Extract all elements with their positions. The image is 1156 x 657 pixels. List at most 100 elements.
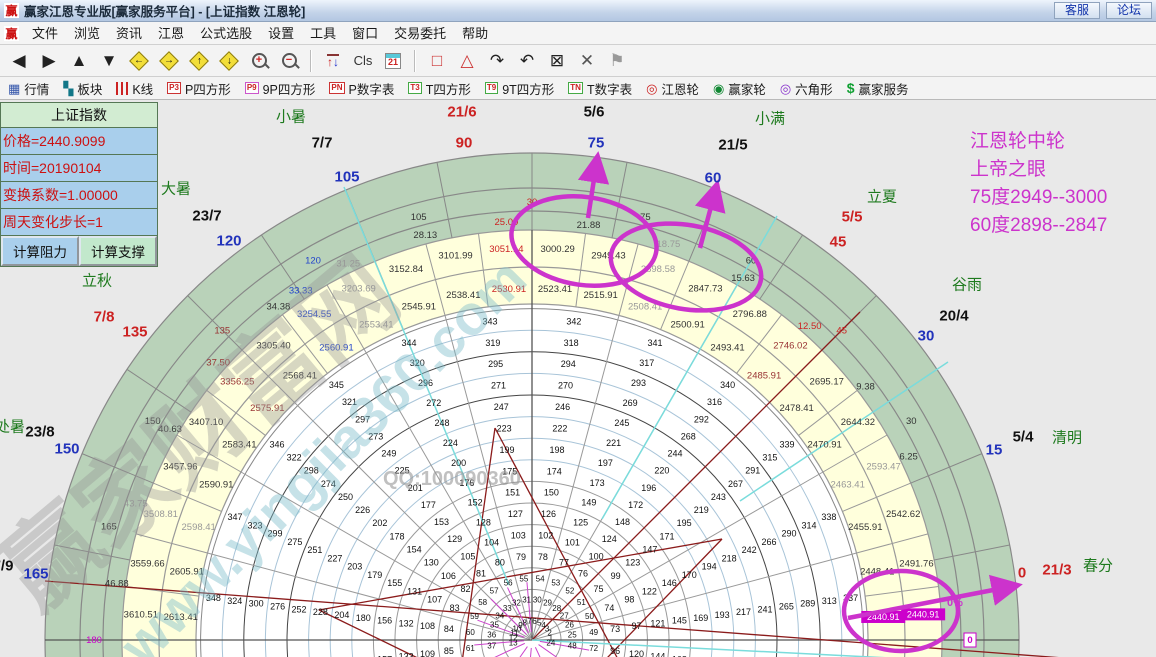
spiral-number: 123 — [625, 558, 640, 568]
module-button-T四方形[interactable]: T3 T四方形 — [408, 79, 471, 98]
T3-icon: T3 — [408, 82, 422, 94]
pan-up-button[interactable]: ↑ — [186, 49, 212, 73]
spiral-number: 270 — [558, 381, 573, 391]
spiral-number: 100 — [589, 551, 604, 561]
zoom-extents-button[interactable]: ✕ — [574, 49, 600, 73]
spiral-number: 300 — [249, 599, 264, 609]
degree-label: 60 — [746, 256, 757, 267]
percent-label: 9.38 — [856, 381, 875, 392]
spiral-number: 84 — [444, 624, 454, 634]
arc-cw-tool-button[interactable]: ↷ — [484, 49, 510, 73]
menu-item-7[interactable]: 窗口 — [344, 24, 386, 43]
pan-left-button[interactable]: ← — [126, 49, 152, 73]
spiral-number: 129 — [447, 534, 462, 544]
dollar-icon: $ — [846, 80, 855, 96]
cls-button[interactable]: Cls — [350, 49, 376, 73]
spiral-number: 223 — [497, 423, 512, 433]
pan-right-button[interactable]: → — [156, 49, 182, 73]
triangle-tool-button[interactable]: △ — [454, 49, 480, 73]
candle-icon — [116, 81, 129, 95]
spiral-number: 180 — [356, 613, 371, 623]
menu-item-4[interactable]: 公式选股 — [192, 24, 260, 43]
spiral-number: 171 — [660, 531, 675, 541]
spiral-number: 106 — [441, 571, 456, 581]
zoom-in-button[interactable]: + — [246, 49, 272, 73]
spiral-number: 58 — [478, 598, 487, 607]
outer-price-label: 3407.10 — [189, 417, 223, 428]
inner-price-label: 2485.91 — [747, 370, 781, 381]
calc-resistance-button[interactable]: 计算阻力 — [1, 236, 79, 266]
menu-item-5[interactable]: 设置 — [260, 24, 302, 43]
menu-item-3[interactable]: 江恩 — [150, 24, 192, 43]
modules-toolbar: ▦ 行情 ▚ 板块 K线 P3 P四方形 P9 9P四方形 PN P数字表 T3 T四方形 T9 9T四方形… — [0, 77, 1156, 100]
customer-service-button[interactable]: 客服 — [1054, 2, 1100, 19]
spiral-number: 247 — [494, 402, 509, 412]
wheel-outer-label: 21/5 — [718, 136, 748, 154]
spiral-number: 196 — [641, 483, 656, 493]
percent-label: 33.33 — [289, 286, 313, 297]
arc-ccw-tool-button[interactable]: ↶ — [514, 49, 540, 73]
updown-icon: ↑↓ — [327, 53, 339, 69]
spiral-number: 244 — [668, 449, 683, 459]
wheel-outer-label: 75 — [587, 134, 605, 152]
spiral-number: 177 — [421, 500, 436, 510]
module-button-9T四方形[interactable]: T9 9T四方形 — [484, 79, 554, 98]
rect-tool-button[interactable]: □ — [424, 49, 450, 73]
calendar-button[interactable]: 21 — [380, 49, 406, 73]
spiral-number: 337 — [843, 593, 858, 603]
spiral-number: 293 — [631, 378, 646, 388]
outer-price-label: 2491.76 — [899, 559, 933, 570]
spiral-number: 154 — [407, 545, 422, 555]
spiral-number: 174 — [547, 466, 562, 476]
menu-item-6[interactable]: 工具 — [302, 24, 344, 43]
menu-item-9[interactable]: 帮助 — [454, 24, 496, 43]
menu-item-0[interactable]: 文件 — [24, 24, 66, 43]
module-button-江恩轮[interactable]: ◎ 江恩轮 — [646, 79, 699, 98]
back-button[interactable]: ◀ — [6, 49, 32, 73]
calc-support-button[interactable]: 计算支撑 — [79, 236, 157, 266]
wheel-outer-label: 谷雨 — [951, 276, 983, 294]
forward-button[interactable]: ▶ — [36, 49, 62, 73]
inner-price-label: 2523.41 — [538, 284, 572, 295]
pan-down-button[interactable]: ↓ — [216, 49, 242, 73]
spiral-number: 323 — [248, 520, 263, 530]
spiral-number: 55 — [519, 574, 528, 583]
sort-updown-button[interactable]: ↑↓ — [320, 49, 346, 73]
watermark-0: 赢家财富网 — [0, 238, 418, 630]
spiral-number: 127 — [508, 509, 523, 519]
menu-item-1[interactable]: 浏览 — [66, 24, 108, 43]
degree-label: 105 — [411, 212, 427, 223]
inner-price-label: 2530.91 — [492, 284, 526, 295]
boxed-x-tool-button[interactable]: ⊠ — [544, 49, 570, 73]
menu-item-8[interactable]: 交易委托 — [386, 24, 454, 43]
spiral-number: 251 — [307, 545, 322, 555]
module-button-行情[interactable]: ▦ 行情 — [8, 79, 49, 98]
spiral-number: 121 — [650, 618, 665, 628]
module-button-P数字表[interactable]: PN P数字表 — [329, 79, 394, 98]
spiral-number: 267 — [728, 479, 743, 489]
rotate-up-button[interactable]: ▲ — [66, 49, 92, 73]
module-button-T数字表[interactable]: TN T数字表 — [568, 79, 632, 98]
spiral-number: 313 — [822, 596, 837, 606]
module-button-P四方形[interactable]: P3 P四方形 — [167, 79, 231, 98]
module-button-板块[interactable]: ▚ 板块 — [63, 79, 102, 98]
menu-item-2[interactable]: 资讯 — [108, 24, 150, 43]
module-button-六角形[interactable]: ◎ 六角形 — [780, 79, 833, 98]
spiral-number: 153 — [434, 517, 449, 527]
zoom-out-button[interactable]: − — [276, 49, 302, 73]
outer-price-label: 3457.96 — [163, 462, 197, 473]
rotate-down-button[interactable]: ▼ — [96, 49, 122, 73]
module-button-9P四方形[interactable]: P9 9P四方形 — [244, 79, 315, 98]
spiral-number: 5 — [537, 618, 542, 627]
module-button-K线[interactable]: K线 — [116, 79, 153, 98]
module-button-赢家轮[interactable]: ◉ 赢家轮 — [713, 79, 766, 98]
spiral-number: 24 — [546, 638, 555, 647]
outer-price-label: 3610.51 — [124, 609, 158, 620]
spiral-number: 125 — [573, 518, 588, 528]
wheel-outer-label: 45 — [829, 233, 847, 251]
flag-tool-button[interactable]: ⚑ — [604, 49, 630, 73]
spiral-number: 150 — [544, 488, 559, 498]
spiral-number: 228 — [313, 607, 328, 617]
forum-button[interactable]: 论坛 — [1106, 2, 1152, 19]
module-button-赢家服务[interactable]: $ 赢家服务 — [847, 79, 909, 98]
